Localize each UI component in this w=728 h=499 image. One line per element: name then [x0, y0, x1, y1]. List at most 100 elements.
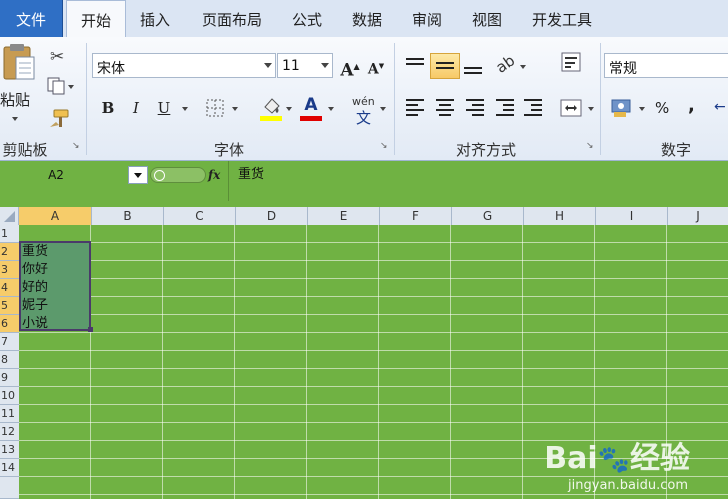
clipboard-group-label: 剪贴板	[2, 141, 48, 159]
row-header[interactable]: 4	[0, 279, 19, 297]
align-center-icon[interactable]	[436, 99, 456, 117]
number-format-combo[interactable]: 常规	[604, 53, 728, 78]
insert-function-icon[interactable]: fx	[208, 166, 220, 184]
percent-icon[interactable]: %	[655, 99, 669, 117]
row-header[interactable]: 1	[0, 225, 19, 243]
bold-icon[interactable]: B	[96, 96, 120, 120]
group-divider	[394, 43, 395, 155]
row-header[interactable]: 3	[0, 261, 19, 279]
copy-icon[interactable]	[46, 77, 74, 95]
align-left-icon[interactable]	[406, 99, 426, 117]
formula-input[interactable]: 重货	[238, 166, 264, 184]
grow-font-icon[interactable]: A▲	[338, 54, 362, 81]
tab-insert[interactable]: 插入	[128, 0, 182, 37]
row-header[interactable]: 9	[0, 369, 19, 387]
borders-icon[interactable]	[206, 99, 226, 117]
paste-dropdown-icon[interactable]	[12, 117, 18, 121]
orientation-dropdown-icon[interactable]	[520, 65, 526, 69]
align-middle-button[interactable]	[430, 53, 460, 79]
column-header-e[interactable]: E	[308, 207, 380, 225]
align-right-icon[interactable]	[466, 99, 486, 117]
row-header[interactable]: 8	[0, 351, 19, 369]
cell-a6[interactable]: 小说	[22, 315, 48, 333]
row-header[interactable]: 11	[0, 405, 19, 423]
row-header[interactable]	[0, 477, 19, 499]
row-header[interactable]: 5	[0, 297, 19, 315]
tab-developer[interactable]: 开发工具	[520, 0, 604, 37]
currency-format-icon[interactable]	[610, 97, 636, 119]
row-header[interactable]: 2	[0, 243, 19, 261]
tab-home[interactable]: 开始	[66, 0, 126, 38]
tab-formulas[interactable]: 公式	[280, 0, 334, 37]
merge-center-icon[interactable]	[560, 99, 584, 117]
chevron-down-icon[interactable]	[264, 63, 272, 68]
tab-file[interactable]: 文件	[0, 0, 63, 37]
clipboard-launcher-icon[interactable]: ↘	[72, 141, 82, 151]
underline-dropdown-icon[interactable]	[182, 107, 188, 111]
tab-data[interactable]: 数据	[340, 0, 394, 37]
column-header-c[interactable]: C	[164, 207, 236, 225]
fill-color-dropdown-icon[interactable]	[286, 107, 292, 111]
watermark-url: jingyan.baidu.com	[568, 478, 688, 493]
wrap-text-icon[interactable]	[560, 51, 584, 73]
column-header-b[interactable]: B	[92, 207, 164, 225]
borders-dropdown-icon[interactable]	[232, 107, 238, 111]
align-top-icon[interactable]	[406, 57, 426, 73]
formula-bar-splitter[interactable]	[150, 167, 206, 183]
row-header[interactable]: 7	[0, 333, 19, 351]
column-header-j[interactable]: J	[668, 207, 728, 225]
row-header[interactable]: 6	[0, 315, 19, 333]
column-header-i[interactable]: I	[596, 207, 668, 225]
phonetic-char-icon: 文	[356, 109, 372, 127]
orientation-icon[interactable]: ab	[493, 51, 519, 76]
cut-icon[interactable]: ✂	[50, 47, 64, 67]
row-header[interactable]: 10	[0, 387, 19, 405]
select-all-icon	[4, 211, 15, 222]
comma-icon[interactable]: ,	[688, 95, 695, 116]
cell-a5[interactable]: 妮子	[22, 297, 48, 315]
baidu-watermark: Bai🐾经验	[544, 433, 690, 477]
increase-indent-icon[interactable]	[524, 99, 544, 117]
row-header[interactable]: 12	[0, 423, 19, 441]
paste-label[interactable]: 粘贴	[0, 89, 30, 110]
fill-handle[interactable]	[88, 327, 93, 332]
column-header-g[interactable]: G	[452, 207, 524, 225]
column-header-d[interactable]: D	[236, 207, 308, 225]
column-header-h[interactable]: H	[524, 207, 596, 225]
row-header[interactable]: 13	[0, 441, 19, 459]
cell-a4[interactable]: 好的	[22, 279, 48, 297]
alignment-launcher-icon[interactable]: ↘	[586, 141, 596, 151]
select-all-button[interactable]	[0, 207, 19, 225]
phonetic-dropdown-icon[interactable]	[380, 107, 386, 111]
tab-view[interactable]: 视图	[460, 0, 514, 37]
column-header-a[interactable]: A	[19, 207, 92, 225]
align-bottom-icon[interactable]	[464, 63, 484, 79]
circle-icon	[154, 170, 165, 181]
name-box-value: A2	[48, 168, 64, 182]
cell-a2[interactable]: 重货	[22, 243, 48, 261]
increase-decimal-icon[interactable]: ←	[714, 99, 726, 115]
cell-a3[interactable]: 你好	[22, 261, 48, 279]
alignment-group-label: 对齐方式	[455, 141, 516, 159]
format-painter-icon[interactable]	[48, 109, 69, 129]
font-color-dropdown-icon[interactable]	[328, 107, 334, 111]
currency-dropdown-icon[interactable]	[639, 107, 645, 111]
chevron-down-icon[interactable]	[321, 63, 329, 68]
shrink-font-icon[interactable]: A▼	[364, 54, 388, 78]
font-size-combo[interactable]: 11	[277, 53, 333, 78]
column-header-f[interactable]: F	[380, 207, 452, 225]
underline-icon[interactable]: U	[152, 96, 176, 120]
row-header[interactable]: 14	[0, 459, 19, 477]
merge-dropdown-icon[interactable]	[588, 107, 594, 111]
font-color-icon[interactable]: A	[300, 95, 322, 115]
italic-icon[interactable]: I	[124, 96, 148, 120]
font-name-value: 宋体	[97, 61, 125, 77]
decrease-indent-icon[interactable]	[496, 99, 516, 117]
fill-color-swatch	[260, 116, 282, 121]
tab-review[interactable]: 审阅	[400, 0, 454, 37]
name-box-dropdown[interactable]	[128, 166, 148, 184]
tab-page-layout[interactable]: 页面布局	[186, 0, 278, 37]
font-name-combo[interactable]: 宋体	[92, 53, 276, 78]
paste-icon[interactable]	[0, 43, 38, 83]
font-launcher-icon[interactable]: ↘	[380, 141, 390, 151]
